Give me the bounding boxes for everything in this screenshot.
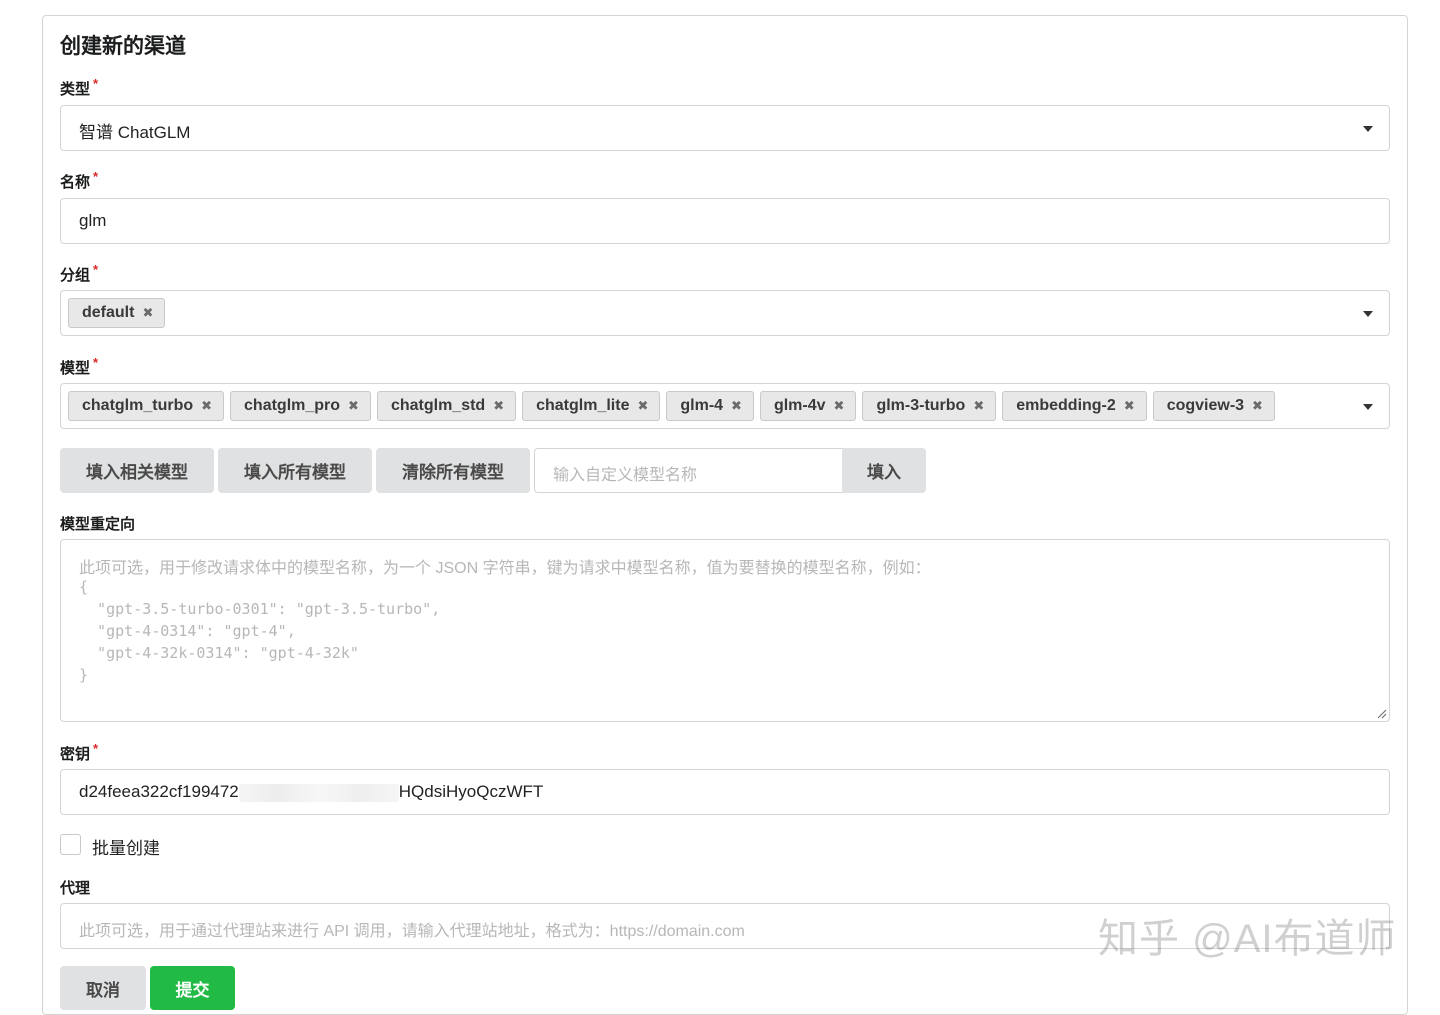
model-chip-label: glm-4v: [773, 397, 826, 414]
resize-handle-icon[interactable]: [1377, 709, 1387, 719]
fill-all-models-button[interactable]: 填入所有模型: [218, 448, 372, 493]
proxy-placeholder: 此项可选，用于通过代理站来进行 API 调用，请输入代理站地址，格式为：http…: [79, 923, 745, 940]
model-chip: chatglm_std ✖: [376, 391, 517, 421]
placeholder-line: }: [79, 666, 89, 684]
placeholder-line: 此项可选，用于修改请求体中的模型名称，为一个 JSON 字符串，键为请求中模型名…: [79, 560, 931, 577]
remove-icon[interactable]: ✖: [973, 398, 984, 414]
model-chip: glm-4 ✖: [666, 391, 754, 421]
models-label: 模型 *: [60, 355, 99, 378]
model-chip: glm-4v ✖: [759, 391, 857, 421]
model-chip-label: chatglm_pro: [244, 397, 341, 414]
group-label-text: 分组: [60, 267, 91, 284]
required-mark: *: [93, 355, 99, 370]
group-label: 分组 *: [60, 262, 99, 285]
model-chip: embedding-2 ✖: [1002, 391, 1147, 421]
remove-icon[interactable]: ✖: [201, 398, 212, 414]
cancel-button[interactable]: 取消: [60, 966, 146, 1010]
key-value-end: HQdsiHyoQczWFT: [398, 782, 544, 801]
model-chip: chatglm_turbo ✖: [68, 391, 225, 421]
key-value-start: d24feea322cf199472: [79, 782, 239, 801]
placeholder-line: "gpt-4-0314": "gpt-4",: [79, 622, 296, 640]
type-select[interactable]: 智谱 ChatGLM: [60, 105, 1390, 151]
remove-icon[interactable]: ✖: [1124, 398, 1135, 414]
model-mapping-textarea[interactable]: 此项可选，用于修改请求体中的模型名称，为一个 JSON 字符串，键为请求中模型名…: [60, 539, 1390, 722]
group-chip: default ✖: [68, 298, 166, 328]
remove-icon[interactable]: ✖: [637, 398, 648, 414]
type-select-value: 智谱 ChatGLM: [79, 123, 191, 142]
custom-model-placeholder: 输入自定义模型名称: [553, 467, 698, 484]
model-chip-label: embedding-2: [1016, 397, 1116, 414]
placeholder-line: "gpt-4-32k-0314": "gpt-4-32k": [79, 644, 359, 662]
models-label-text: 模型: [60, 360, 91, 377]
models-multiselect[interactable]: chatglm_turbo ✖ chatglm_pro ✖ chatglm_std ✖…: [60, 383, 1390, 429]
model-chip-label: cogview-3: [1166, 397, 1245, 414]
page-title: 创建新的渠道: [60, 35, 186, 58]
key-input[interactable]: d24feea322cf199472 HQdsiHyoQczWFT: [60, 769, 1390, 815]
fill-related-models-button[interactable]: 填入相关模型: [60, 448, 214, 493]
placeholder-line: "gpt-3.5-turbo-0301": "gpt-3.5-turbo",: [79, 600, 441, 618]
model-chip-label: chatglm_turbo: [82, 397, 194, 414]
custom-model-input[interactable]: 输入自定义模型名称: [534, 448, 842, 493]
model-chip: chatglm_lite ✖: [522, 391, 661, 421]
dropdown-caret-icon[interactable]: [1363, 404, 1373, 410]
name-input[interactable]: glm: [60, 198, 1390, 244]
fill-custom-model-button[interactable]: 填入: [842, 448, 926, 493]
submit-button[interactable]: 提交: [150, 966, 235, 1010]
watermark: 知乎 @AI布道师: [1098, 917, 1397, 961]
remove-icon[interactable]: ✖: [731, 398, 742, 414]
type-label-text: 类型: [60, 81, 91, 98]
batch-create-label[interactable]: 批量创建: [92, 834, 160, 859]
dropdown-caret-icon: [1363, 126, 1373, 132]
remove-icon[interactable]: ✖: [1252, 398, 1263, 414]
remove-icon[interactable]: ✖: [834, 398, 845, 414]
required-mark: *: [93, 741, 99, 756]
key-label: 密钥 *: [60, 741, 99, 764]
remove-icon[interactable]: ✖: [493, 398, 504, 414]
group-multiselect[interactable]: default ✖: [60, 290, 1390, 336]
name-label-text: 名称: [60, 174, 91, 191]
group-chip-label: default: [82, 304, 135, 321]
key-input-value: d24feea322cf199472 HQdsiHyoQczWFT: [79, 782, 543, 802]
required-mark: *: [93, 76, 99, 91]
create-channel-card: [42, 15, 1408, 1015]
name-input-value: glm: [79, 211, 107, 230]
placeholder-line: {: [79, 578, 89, 596]
model-chip-label: chatglm_lite: [536, 397, 630, 414]
model-chip-label: glm-4: [680, 397, 724, 414]
key-label-text: 密钥: [60, 746, 91, 763]
required-mark: *: [93, 262, 99, 277]
model-chip: glm-3-turbo ✖: [862, 391, 997, 421]
name-label: 名称 *: [60, 169, 99, 192]
redacted-key-segment: [238, 783, 399, 802]
model-chip-label: chatglm_std: [390, 397, 486, 414]
dropdown-caret-icon[interactable]: [1363, 311, 1373, 317]
model-chip: chatglm_pro ✖: [230, 391, 371, 421]
model-chip: cogview-3 ✖: [1152, 391, 1275, 421]
batch-create-checkbox[interactable]: [60, 834, 81, 855]
model-mapping-label: 模型重定向: [60, 516, 136, 533]
remove-icon[interactable]: ✖: [142, 305, 153, 321]
remove-icon[interactable]: ✖: [348, 398, 359, 414]
type-label: 类型 *: [60, 76, 99, 99]
proxy-label: 代理: [60, 880, 91, 897]
model-chip-label: glm-3-turbo: [876, 397, 966, 414]
clear-all-models-button[interactable]: 清除所有模型: [376, 448, 530, 493]
required-mark: *: [93, 169, 99, 184]
